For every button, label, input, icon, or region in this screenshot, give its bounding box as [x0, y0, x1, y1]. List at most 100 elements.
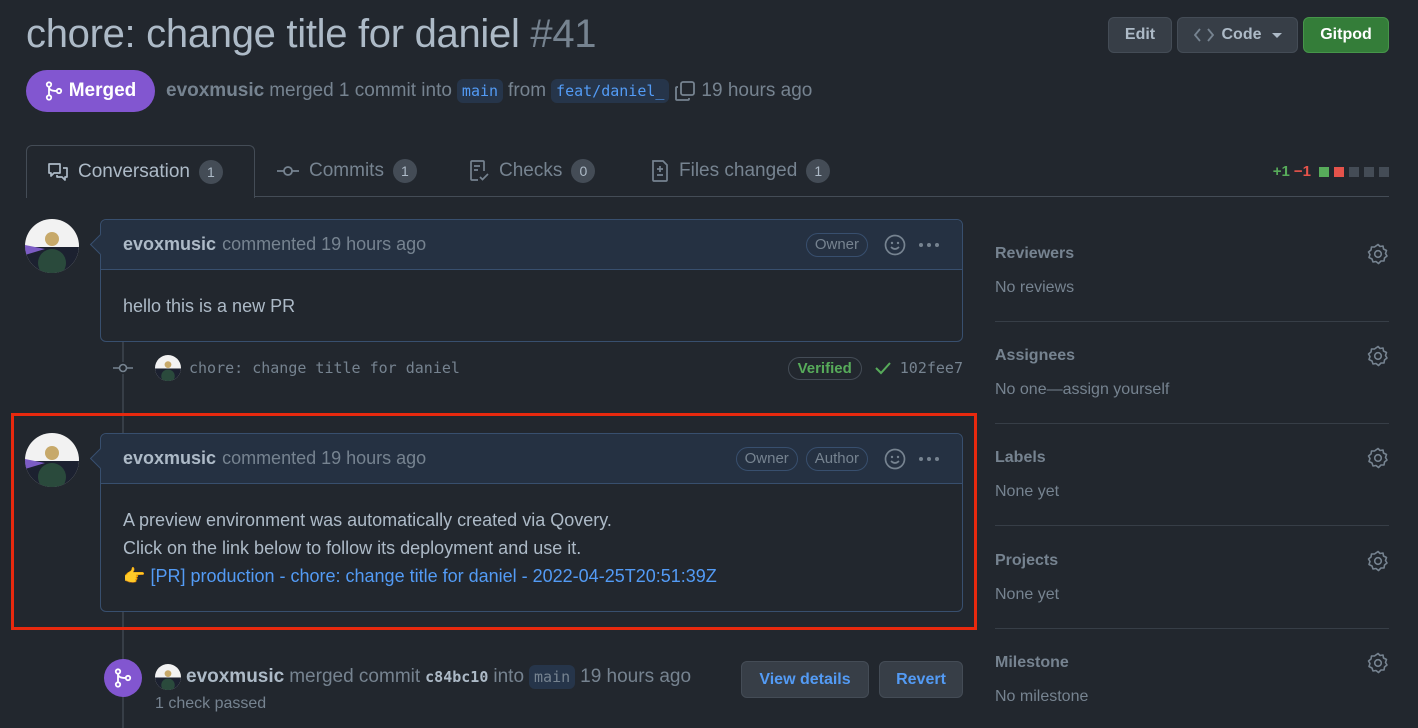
avatar[interactable] [25, 219, 79, 273]
comment-discussion-icon [48, 163, 68, 181]
smiley-icon[interactable] [884, 448, 906, 470]
comment-timestamp[interactable]: commented 19 hours ago [222, 234, 426, 255]
pr-number: #41 [530, 12, 597, 56]
sidebar-title[interactable]: Labels [995, 449, 1389, 467]
tab-commits[interactable]: Commits 1 [276, 145, 417, 197]
diffstat-block-neutral [1379, 166, 1389, 177]
merge-avatar[interactable] [155, 664, 181, 690]
code-button[interactable]: Code [1177, 17, 1298, 53]
meta-author[interactable]: evoxmusic [166, 80, 264, 102]
state-label: Merged [68, 80, 137, 101]
gear-icon[interactable] [1367, 550, 1389, 572]
comment-card: evoxmusic commented 19 hours ago Owner h… [100, 219, 963, 342]
base-branch[interactable]: main [456, 79, 504, 103]
tab-files-changed[interactable]: Files changed 1 [650, 145, 831, 197]
meta-from: from [508, 80, 547, 101]
tab-label: Commits [309, 160, 384, 181]
verified-badge[interactable]: Verified [787, 356, 862, 380]
tab-label: Files changed [679, 160, 798, 181]
additions-count: +1 [1272, 163, 1290, 180]
sidebar-title[interactable]: Projects [995, 552, 1389, 570]
sidebar-value: None yet [995, 483, 1060, 500]
owner-badge: Owner [735, 446, 798, 471]
git-merge-icon [114, 668, 132, 688]
tab-checks[interactable]: Checks 0 [468, 145, 596, 197]
tab-label: Checks [499, 160, 563, 181]
diffstat: +1 −1 [1273, 163, 1389, 180]
meta-time: 19 hours ago [701, 80, 813, 101]
gitpod-label: Gitpod [1320, 26, 1372, 43]
comment-author[interactable]: evoxmusic [123, 448, 216, 469]
kebab-horizontal-icon[interactable] [918, 242, 940, 248]
edit-button[interactable]: Edit [1108, 17, 1172, 53]
view-details-label: View details [759, 670, 851, 688]
state-badge-merged: Merged [26, 70, 155, 112]
commit-avatar[interactable] [155, 355, 181, 381]
diffstat-block-neutral [1364, 166, 1374, 177]
merge-event-text: evoxmusic merged commit c84bc10 into mai… [155, 664, 691, 690]
deletions-count: −1 [1293, 163, 1311, 180]
edit-label: Edit [1124, 26, 1156, 43]
kebab-horizontal-icon[interactable] [918, 456, 940, 462]
comment-header: evoxmusic commented 19 hours ago Owner [101, 220, 962, 270]
comment-author[interactable]: evoxmusic [123, 234, 216, 255]
tab-counter: 1 [806, 159, 831, 183]
sidebar-divider [995, 321, 1389, 322]
comment-body: A preview environment was automatically … [101, 484, 962, 610]
merge-into: into [493, 666, 525, 687]
sidebar-title[interactable]: Reviewers [995, 245, 1389, 263]
sidebar-title[interactable]: Assignees [995, 347, 1389, 365]
smiley-icon[interactable] [884, 234, 906, 256]
comment-link-line: 👉 [PR] production - chore: change title … [123, 562, 940, 590]
merge-action: merged commit [289, 666, 421, 687]
sidebar-value[interactable]: No one—assign yourself [995, 381, 1389, 399]
diffstat-block-neutral [1349, 166, 1359, 177]
preview-environment-link[interactable]: [PR] production - chore: change title fo… [150, 566, 716, 586]
gear-icon[interactable] [1367, 243, 1389, 265]
revert-button[interactable]: Revert [879, 661, 963, 698]
comment-header: evoxmusic commented 19 hours ago Owner A… [101, 434, 962, 484]
tab-counter: 0 [571, 159, 596, 183]
gear-icon[interactable] [1367, 447, 1389, 469]
sidebar-title[interactable]: Milestone [995, 654, 1389, 672]
diffstat-block-add [1319, 166, 1329, 177]
sidebar-divider [995, 628, 1389, 629]
sidebar-labels: Labels None yet [995, 447, 1389, 501]
comment-timestamp[interactable]: commented 19 hours ago [222, 448, 426, 469]
tab-conversation[interactable]: Conversation 1 [26, 145, 255, 198]
git-commit-icon [277, 166, 299, 176]
gear-icon[interactable] [1367, 345, 1389, 367]
commit-sha[interactable]: 102fee7 [900, 359, 963, 377]
avatar-image-icon [155, 664, 181, 690]
comment-card: evoxmusic commented 19 hours ago Owner A… [100, 433, 963, 612]
pointing-hand-icon: 👉 [123, 566, 146, 586]
tab-counter: 1 [198, 160, 223, 184]
git-merge-icon [45, 81, 62, 101]
head-branch[interactable]: feat/daniel_ [551, 79, 670, 103]
sidebar-milestone: Milestone No milestone [995, 652, 1389, 706]
code-label: Code [1221, 26, 1262, 43]
comment-body: hello this is a new PR [101, 270, 962, 340]
view-details-button[interactable]: View details [741, 661, 869, 698]
merge-time[interactable]: 19 hours ago [580, 666, 691, 688]
gear-icon[interactable] [1367, 652, 1389, 674]
commit-message[interactable]: chore: change title for daniel [189, 359, 460, 377]
caret-down-icon [1271, 32, 1282, 38]
check-icon [875, 362, 891, 375]
gitpod-button[interactable]: Gitpod [1303, 17, 1389, 53]
checks-passed-text: 1 check passed [155, 695, 267, 712]
avatar[interactable] [25, 433, 79, 487]
merge-event-badge [104, 659, 142, 697]
sidebar-divider [995, 423, 1389, 424]
sidebar-value: None yet [995, 586, 1060, 603]
merge-commit-sha[interactable]: c84bc10 [425, 668, 488, 686]
tab-counter: 1 [392, 159, 417, 183]
avatar-image-icon [25, 219, 79, 273]
avatar-image-icon [25, 433, 79, 487]
copy-icon[interactable] [674, 80, 696, 102]
comment-text: hello this is a new PR [123, 296, 296, 316]
git-commit-icon [112, 362, 134, 374]
file-diff-icon [652, 160, 668, 182]
merge-branch[interactable]: main [529, 665, 576, 689]
merge-author[interactable]: evoxmusic [186, 666, 284, 688]
